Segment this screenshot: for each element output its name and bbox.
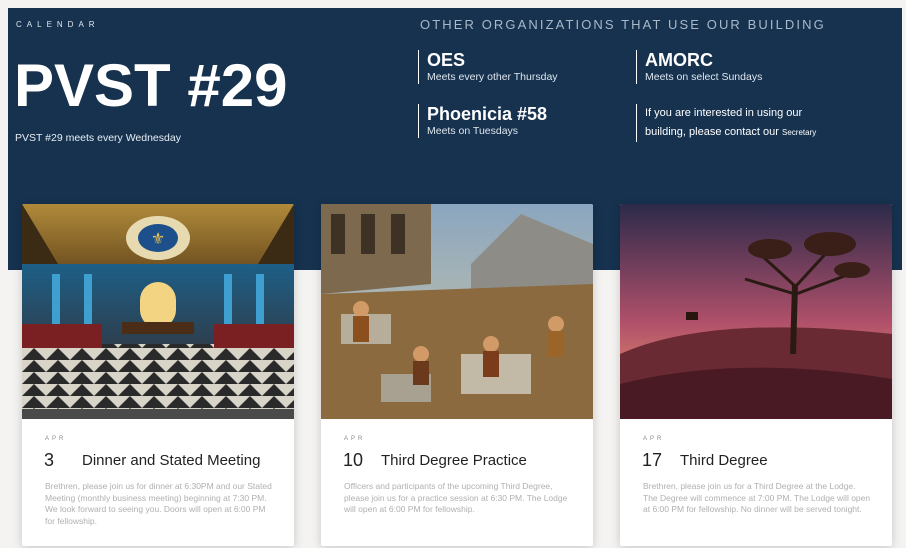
org-phoenicia: Phoenicia #58 Meets on Tuesdays (418, 104, 547, 138)
page-title: PVST #29 (14, 52, 288, 119)
event-title[interactable]: Third Degree (680, 452, 768, 469)
event-title[interactable]: Dinner and Stated Meeting (82, 452, 260, 469)
event-card[interactable]: APR 10 Third Degree Practice Officers an… (321, 204, 593, 546)
org-schedule: Meets every other Thursday (427, 71, 558, 83)
org-name: AMORC (645, 50, 713, 70)
event-body: APR 10 Third Degree Practice Officers an… (321, 419, 593, 546)
svg-text:⚜: ⚜ (151, 229, 165, 248)
event-month: APR (45, 436, 67, 442)
event-body: APR 17 Third Degree Brethren, please joi… (620, 419, 892, 546)
contact-info: If you are interested in using our build… (636, 104, 846, 142)
event-card[interactable]: ⚜ APR 3 Dinner and Stated Meeting Brethr… (22, 204, 294, 546)
org-name: OES (427, 50, 466, 70)
acacia-sunset-image (620, 204, 892, 419)
org-amorc: AMORC Meets on select Sundays (636, 50, 762, 84)
event-day: 3 (44, 450, 55, 470)
org-schedule: Meets on Tuesdays (427, 125, 519, 137)
other-orgs-heading: OTHER ORGANIZATIONS THAT USE OUR BUILDIN… (420, 17, 826, 32)
contact-text: If you are interested in using our build… (645, 107, 803, 138)
calendar-label: CALENDAR (16, 20, 100, 29)
event-day: 17 (642, 450, 663, 470)
secretary-link[interactable]: Secretary (782, 128, 816, 137)
event-day: 10 (343, 450, 364, 470)
event-title[interactable]: Third Degree Practice (381, 452, 527, 469)
meeting-schedule: PVST #29 meets every Wednesday (15, 132, 181, 144)
event-month: APR (344, 436, 366, 442)
event-description: Brethren, please join us for a Third Deg… (643, 481, 871, 514)
lodge-hall-image: ⚜ (22, 204, 294, 419)
stone-workers-image (321, 204, 593, 419)
org-schedule: Meets on select Sundays (645, 71, 763, 83)
event-card[interactable]: APR 17 Third Degree Brethren, please joi… (620, 204, 892, 546)
event-month: APR (643, 436, 665, 442)
org-oes: OES Meets every other Thursday (418, 50, 558, 84)
event-description: Brethren, please join us for dinner at 6… (45, 481, 272, 526)
org-name: Phoenicia #58 (427, 104, 548, 124)
event-description: Officers and participants of the upcomin… (344, 481, 568, 514)
event-body: APR 3 Dinner and Stated Meeting Brethren… (22, 419, 294, 546)
